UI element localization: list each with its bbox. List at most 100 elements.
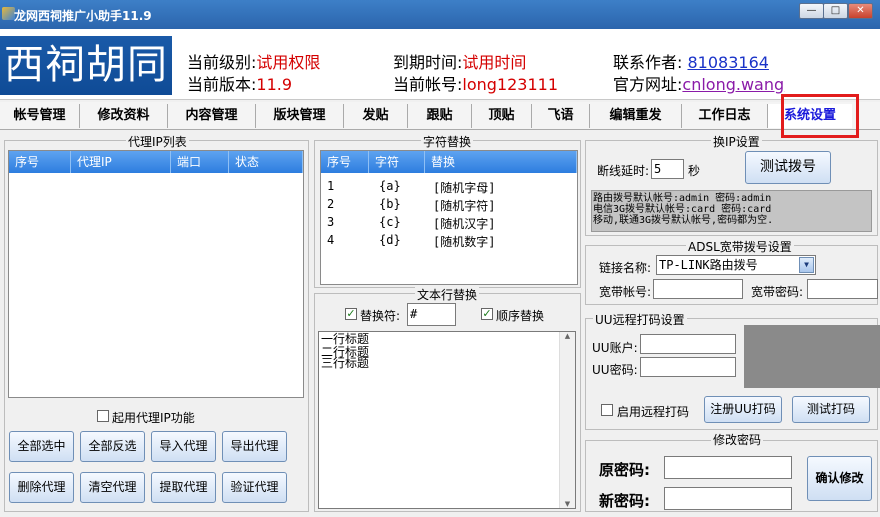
uu-account-input[interactable] — [640, 334, 736, 354]
contact-link[interactable]: 81083164 — [687, 53, 768, 72]
char-replace-list[interactable]: 序号 字符 替换 1 {a} [随机字母] 2 {b} [随机字符] 3 {c}… — [320, 150, 578, 285]
test-captcha-button[interactable]: 测试打码 — [792, 396, 870, 423]
uu-account-label: UU账户: — [592, 341, 638, 355]
tab-edit-profile[interactable]: 修改资料 — [80, 104, 168, 128]
text-lines-textarea[interactable]: 一行标题 二行标题 三行标题 ▲ ▼ — [318, 331, 576, 509]
col-port[interactable]: 端口 — [171, 151, 229, 173]
char-replace-title: 字符替换 — [421, 133, 474, 150]
delay-input[interactable]: 5 — [651, 159, 684, 179]
invert-select-button[interactable]: 全部反选 — [80, 431, 145, 462]
tab-work-log[interactable]: 工作日志 — [682, 104, 768, 128]
text-line: 三行标题 — [321, 356, 370, 370]
expire-info: 到期时间:试用时间 — [393, 53, 527, 72]
broadband-account-label: 宽带帐号: — [599, 285, 652, 299]
minimize-button[interactable]: — — [799, 3, 824, 19]
char-row-rep: [随机字符] — [433, 199, 496, 213]
ip-switch-title: 换IP设置 — [711, 133, 762, 150]
account-info: 当前帐号:long123111 — [393, 75, 559, 94]
clear-proxy-button[interactable]: 清空代理 — [80, 472, 145, 503]
replace-char-checkbox[interactable]: ✓ — [345, 308, 357, 320]
link-name-value: TP-LINK路由拨号 — [659, 258, 758, 272]
char-row-char: {a} — [379, 179, 401, 193]
broadband-password-label: 宽带密码: — [751, 285, 804, 299]
broadband-account-input[interactable] — [653, 279, 743, 299]
char-row-rep: [随机汉字] — [433, 217, 496, 231]
proxy-group-title: 代理IP列表 — [126, 133, 189, 150]
col-char[interactable]: 字符 — [369, 151, 425, 173]
test-dial-button[interactable]: 测试拨号 — [745, 151, 831, 184]
close-button[interactable]: ✕ — [848, 3, 873, 19]
col-no[interactable]: 序号 — [9, 151, 71, 173]
tab-boards[interactable]: 版块管理 — [256, 104, 344, 128]
window-title: 龙网西祠推广小助手11.9 — [14, 9, 152, 23]
scroll-down-icon[interactable]: ▼ — [560, 500, 575, 508]
uu-password-input[interactable] — [640, 357, 736, 377]
chevron-down-icon[interactable]: ▼ — [799, 257, 814, 273]
verify-proxy-button[interactable]: 验证代理 — [222, 472, 287, 503]
col-proxy-ip[interactable]: 代理IP — [71, 151, 171, 173]
scroll-up-icon[interactable]: ▲ — [560, 332, 575, 340]
dial-info-line: 移动,联通3G拨号默认帐号,密码都为空. — [593, 215, 774, 226]
dial-info-box: 路由拨号默认帐号:admin 密码:admin 电信3G拨号默认帐号:card … — [591, 190, 872, 232]
link-name-select[interactable]: TP-LINK路由拨号 ▼ — [656, 255, 816, 275]
char-row-char: {b} — [379, 197, 401, 211]
tab-account[interactable]: 帐号管理 — [0, 104, 80, 128]
col-status[interactable]: 状态 — [229, 151, 303, 173]
tab-post[interactable]: 发贴 — [344, 104, 408, 128]
highlight-box — [781, 94, 859, 138]
fetch-proxy-button[interactable]: 提取代理 — [151, 472, 216, 503]
col-replace[interactable]: 替换 — [425, 151, 577, 173]
old-password-input[interactable] — [664, 456, 792, 479]
tab-reply[interactable]: 跟贴 — [408, 104, 472, 128]
tab-content[interactable]: 内容管理 — [168, 104, 256, 128]
delay-unit: 秒 — [688, 164, 701, 178]
order-replace-label: 顺序替换 — [496, 309, 545, 323]
link-name-label: 链接名称: — [599, 261, 652, 275]
use-proxy-checkbox[interactable] — [97, 410, 109, 422]
new-password-label: 新密码: — [599, 492, 650, 510]
col-char-no[interactable]: 序号 — [321, 151, 369, 173]
char-row-char: {c} — [379, 215, 401, 229]
version-info: 当前版本:11.9 — [187, 75, 293, 94]
replace-char-input[interactable]: # — [407, 303, 456, 326]
register-uu-button[interactable]: 注册UU打码 — [704, 396, 782, 423]
captcha-image — [744, 325, 880, 388]
dial-info-line: 电信3G拨号默认帐号:card 密码:card — [593, 204, 772, 215]
tab-bump[interactable]: 顶贴 — [472, 104, 532, 128]
header-panel: 西祠胡同 当前级别:试用权限 当前版本:11.9 到期时间:试用时间 当前帐号:… — [0, 29, 880, 100]
new-password-input[interactable] — [664, 487, 792, 510]
broadband-password-input[interactable] — [807, 279, 878, 299]
export-proxy-button[interactable]: 导出代理 — [222, 431, 287, 462]
title-bar: 龙网西祠推广小助手11.9 — □ ✕ — [0, 0, 880, 29]
proxy-list-header: 序号 代理IP 端口 状态 — [9, 151, 303, 173]
tab-message[interactable]: 飞语 — [532, 104, 590, 128]
char-row-no: 1 — [327, 179, 335, 193]
delay-label: 断线延时: — [597, 164, 650, 178]
delete-proxy-button[interactable]: 删除代理 — [9, 472, 74, 503]
enable-remote-captcha-label: 启用远程打码 — [617, 405, 690, 419]
char-list-header: 序号 字符 替换 — [321, 151, 577, 173]
maximize-button[interactable]: □ — [823, 3, 848, 19]
char-row-no: 2 — [327, 197, 335, 211]
order-replace-checkbox[interactable]: ✓ — [481, 308, 493, 320]
text-line-title: 文本行替换 — [415, 286, 480, 303]
import-proxy-button[interactable]: 导入代理 — [151, 431, 216, 462]
password-title: 修改密码 — [711, 431, 764, 448]
level-info: 当前级别:试用权限 — [187, 53, 321, 72]
site-info: 官方网址:cnlong.wang — [613, 75, 785, 94]
enable-remote-captcha-checkbox[interactable] — [601, 404, 613, 416]
proxy-list[interactable]: 序号 代理IP 端口 状态 — [8, 150, 304, 398]
logo: 西祠胡同 — [0, 36, 172, 95]
confirm-change-button[interactable]: 确认修改 — [807, 456, 872, 501]
dial-info-line: 路由拨号默认帐号:admin 密码:admin — [593, 193, 772, 204]
site-link[interactable]: cnlong.wang — [682, 75, 784, 94]
contact-info: 联系作者: 81083164 — [613, 53, 769, 72]
select-all-button[interactable]: 全部选中 — [9, 431, 74, 462]
use-proxy-label: 起用代理IP功能 — [112, 411, 195, 425]
tab-edit-repost[interactable]: 编辑重发 — [590, 104, 682, 128]
char-row-no: 4 — [327, 233, 335, 247]
char-row-char: {d} — [379, 233, 401, 247]
old-password-label: 原密码: — [599, 461, 650, 479]
textarea-scrollbar[interactable]: ▲ ▼ — [559, 332, 575, 508]
adsl-title: ADSL宽带拨号设置 — [686, 238, 794, 255]
